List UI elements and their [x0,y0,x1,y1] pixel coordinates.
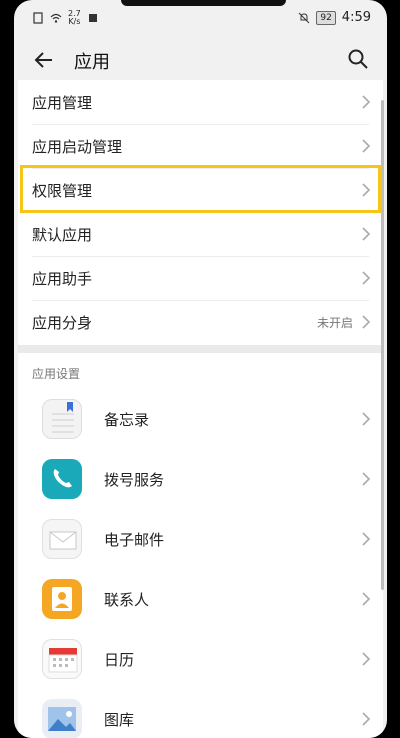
mute-bell-icon [298,12,310,23]
network-speed: 2.7 K/s [68,10,81,26]
clock: 4:59 [341,10,371,25]
mail-icon [42,519,82,559]
app-item-contacts[interactable]: 联系人 [18,569,383,629]
chevron-right-icon [362,139,371,153]
section-separator [18,345,383,353]
chevron-right-icon [362,472,371,486]
chevron-right-icon [362,227,371,241]
menu-item-label: 应用分身 [32,314,93,332]
app-item-gallery[interactable]: 图库 [18,689,383,738]
menu-item-app-launch-management[interactable]: 应用启动管理 [18,124,383,168]
app-label: 图库 [104,711,135,729]
chevron-right-icon [362,592,371,606]
app-item-calendar[interactable]: 日历 [18,629,383,689]
chevron-right-icon [362,271,371,285]
section-title: 应用设置 [32,367,81,381]
app-item-notes[interactable]: 备忘录 [18,389,383,449]
sim-icon [33,12,43,24]
calendar-icon [42,639,82,679]
network-speed-unit: K/s [68,17,81,26]
app-settings-card: 应用设置 备忘录 拨号服务 电子邮件 联系人 日历 图库 [18,353,383,738]
app-label: 电子邮件 [104,531,165,549]
chevron-right-icon [362,412,371,426]
contacts-icon [42,579,82,619]
app-label: 拨号服务 [104,471,165,489]
battery-indicator: 92 [316,10,336,25]
phone-screen: 2.7 K/s 92 4:59 应用 应用管理 应用启动管理 权限管理 默认应用… [14,0,387,738]
menu-item-label: 应用启动管理 [32,138,123,156]
menu-item-app-assistant[interactable]: 应用助手 [18,256,383,300]
gallery-icon [42,699,82,738]
app-label: 联系人 [104,591,150,609]
chevron-right-icon [362,712,371,726]
highlight-frame [20,165,381,213]
menu-item-label: 默认应用 [32,226,93,244]
notes-icon [42,399,82,439]
menu-item-default-apps[interactable]: 默认应用 [18,212,383,256]
menu-item-app-management[interactable]: 应用管理 [18,80,383,124]
app-label: 日历 [104,651,135,669]
menu-item-app-twin[interactable]: 应用分身 未开启 [18,300,383,344]
app-item-dialer[interactable]: 拨号服务 [18,449,383,509]
menu-item-label: 应用助手 [32,270,93,288]
wifi-icon [50,13,62,23]
back-arrow-icon[interactable] [32,48,56,72]
status-value: 未开启 [316,316,353,330]
scrollbar[interactable] [381,100,384,590]
chevron-right-icon [362,652,371,666]
phone-icon [42,459,82,499]
menu-item-label: 应用管理 [32,94,93,112]
search-icon[interactable] [347,48,369,70]
chevron-right-icon [362,95,371,109]
chevron-right-icon [362,315,371,329]
page-title: 应用 [74,52,110,73]
app-menu-card: 应用管理 应用启动管理 权限管理 默认应用 应用助手 应用分身 未开启 [18,80,383,345]
app-label: 备忘录 [104,411,150,429]
chevron-right-icon [362,532,371,546]
notification-square-icon [88,14,97,22]
app-item-email[interactable]: 电子邮件 [18,509,383,569]
toolbar: 应用 [14,38,387,82]
status-bar: 2.7 K/s 92 4:59 [14,0,387,38]
